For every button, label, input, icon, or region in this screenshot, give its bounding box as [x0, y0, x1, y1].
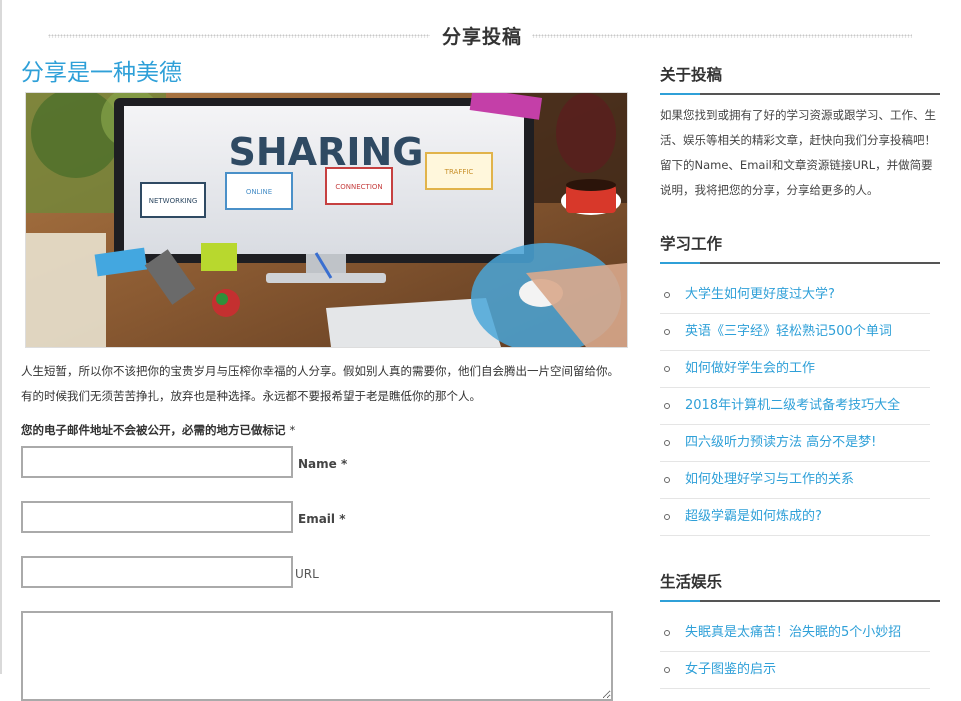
list-item: 失眠真是太痛苦！治失眠的5个小妙招 [660, 615, 930, 652]
bullet-icon [664, 292, 670, 298]
url-label: URL [295, 567, 319, 581]
bullet-icon [664, 630, 670, 636]
widget-life: 生活娱乐 失眠真是太痛苦！治失眠的5个小妙招 女子图鉴的启示 [660, 567, 940, 689]
sharing-illustration: SHARING NETWORKING ONLINE CONNECTION TRA… [26, 93, 627, 347]
study-link[interactable]: 大学生如何更好度过大学? [685, 287, 835, 302]
bullet-icon [664, 329, 670, 335]
study-link[interactable]: 超级学霸是如何炼成的? [685, 509, 822, 524]
page-left-border [0, 0, 2, 674]
study-link[interactable]: 如何做好学生会的工作 [685, 361, 815, 376]
study-list: 大学生如何更好度过大学? 英语《三字经》轻松熟记500个单词 如何做好学生会的工… [660, 277, 940, 536]
study-link[interactable]: 如何处理好学习与工作的关系 [685, 472, 854, 487]
widget-life-title: 生活娱乐 [660, 567, 940, 602]
comment-textarea[interactable] [21, 611, 613, 701]
bullet-icon [664, 667, 670, 673]
email-label: Email * [298, 512, 346, 526]
header-dotted-rule-right [532, 34, 912, 38]
bullet-icon [664, 514, 670, 520]
sidebar: 关于投稿 如果您找到或拥有了好的学习资源或跟学习、工作、生活、娱乐等相关的精彩文… [660, 60, 940, 689]
url-field[interactable] [21, 556, 293, 588]
hero-image: SHARING NETWORKING ONLINE CONNECTION TRA… [25, 92, 628, 348]
list-item: 2018年计算机二级考试备考技巧大全 [660, 388, 930, 425]
bullet-icon [664, 477, 670, 483]
life-link[interactable]: 女子图鉴的启示 [685, 662, 776, 677]
bullet-icon [664, 366, 670, 372]
list-item: 如何处理好学习与工作的关系 [660, 462, 930, 499]
name-label: Name * [298, 457, 348, 471]
study-link[interactable]: 英语《三字经》轻松熟记500个单词 [685, 324, 892, 339]
list-item: 四六级听力预读方法 高分不是梦! [660, 425, 930, 462]
name-field[interactable] [21, 446, 293, 478]
study-link[interactable]: 四六级听力预读方法 高分不是梦! [685, 435, 876, 450]
comment-note-text: 您的电子邮件地址不会被公开，必需的地方已做标记 [21, 423, 286, 437]
list-item: 女子图鉴的启示 [660, 652, 930, 689]
widget-about-title: 关于投稿 [660, 60, 940, 95]
header-dotted-rule-left [48, 34, 430, 38]
widget-about-text: 如果您找到或拥有了好的学习资源或跟学习、工作、生活、娱乐等相关的精彩文章，赶快向… [660, 108, 936, 197]
card-online-label: ONLINE [246, 188, 272, 196]
card-traffic-label: TRAFFIC [444, 168, 474, 176]
main-content: 分享是一种美德 SHARING NETWORKING ONLINE CONNEC… [21, 56, 631, 701]
comment-form-note: 您的电子邮件地址不会被公开，必需的地方已做标记 * [21, 422, 295, 438]
widget-about: 关于投稿 如果您找到或拥有了好的学习资源或跟学习、工作、生活、娱乐等相关的精彩文… [660, 60, 940, 203]
page-title: 分享投稿 [441, 26, 522, 48]
email-field[interactable] [21, 501, 293, 533]
list-item: 大学生如何更好度过大学? [660, 277, 930, 314]
post-title: 分享是一种美德 [21, 60, 182, 86]
list-item: 超级学霸是如何炼成的? [660, 499, 930, 536]
post-intro: 人生短暂，所以你不该把你的宝贵岁月与压榨你幸福的人分享。假如别人真的需要你，他们… [21, 364, 619, 403]
list-item: 英语《三字经》轻松熟记500个单词 [660, 314, 930, 351]
bullet-icon [664, 403, 670, 409]
widget-study: 学习工作 大学生如何更好度过大学? 英语《三字经》轻松熟记500个单词 如何做好… [660, 229, 940, 536]
card-networking-label: NETWORKING [149, 197, 198, 205]
page-header: 分享投稿 [48, 20, 912, 50]
bullet-icon [664, 440, 670, 446]
widget-study-title: 学习工作 [660, 229, 940, 264]
life-list: 失眠真是太痛苦！治失眠的5个小妙招 女子图鉴的启示 [660, 615, 940, 689]
life-link[interactable]: 失眠真是太痛苦！治失眠的5个小妙招 [685, 625, 901, 640]
card-connection-label: CONNECTION [335, 183, 382, 191]
study-link[interactable]: 2018年计算机二级考试备考技巧大全 [685, 398, 900, 413]
required-marker: * [289, 423, 296, 437]
list-item: 如何做好学生会的工作 [660, 351, 930, 388]
